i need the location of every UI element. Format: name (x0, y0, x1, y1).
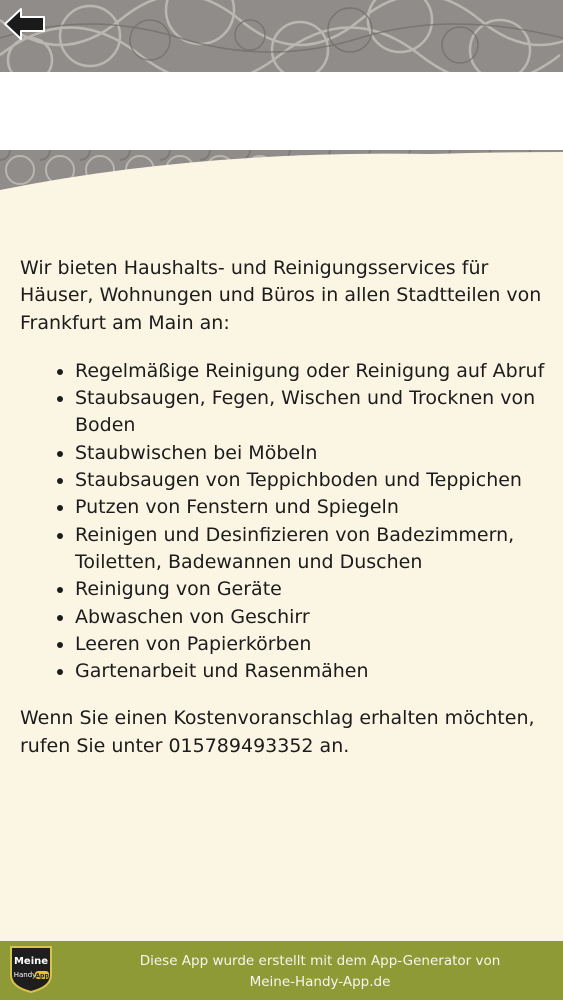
list-item: Leeren von Papierkörben (75, 631, 550, 658)
contact-text: Wenn Sie einen Kostenvoranschlag erhalte… (20, 707, 535, 757)
shield-logo-icon: Meine Handy App (10, 946, 52, 994)
logo-line1: Meine (14, 956, 48, 967)
header-banner (0, 0, 563, 72)
back-button[interactable] (2, 6, 50, 42)
back-arrow-icon (4, 8, 45, 40)
list-item: Abwaschen von Geschirr (75, 604, 550, 631)
footer-bar: Meine Handy App Diese App wurde erstellt… (0, 941, 563, 1000)
list-item: Regelmäßige Reinigung oder Reinigung auf… (75, 358, 550, 385)
title-band (0, 72, 563, 152)
list-item: Putzen von Fenstern und Spiegeln (75, 494, 550, 521)
list-item: Gartenarbeit und Rasenmähen (75, 658, 550, 685)
list-item: Reinigen und Desinfizieren von Badezimme… (75, 522, 550, 577)
footer-credit-line1: Diese App wurde erstellt mit dem App-Gen… (139, 953, 501, 969)
meine-handy-app-logo[interactable]: Meine Handy App (9, 945, 53, 994)
footer-credit-link[interactable]: Meine-Handy-App.de (110, 972, 530, 993)
wave-divider (0, 150, 563, 190)
list-item: Staubsaugen, Fegen, Wischen und Trocknen… (75, 385, 550, 440)
intro-text: Wir bieten Haushalts- und Reinigungsserv… (20, 257, 542, 334)
logo-line2: Handy (14, 971, 37, 979)
footer-credit[interactable]: Diese App wurde erstellt mit dem App-Gen… (110, 951, 530, 993)
list-item: Staubsaugen von Teppichboden und Teppich… (75, 467, 550, 494)
service-list: Regelmäßige Reinigung oder Reinigung auf… (20, 358, 550, 686)
main-content: Wir bieten Haushalts- und Reinigungsserv… (20, 255, 550, 760)
logo-badge: App (35, 973, 49, 980)
list-item: Reinigung von Geräte (75, 576, 550, 603)
list-item: Staubwischen bei Möbeln (75, 440, 550, 467)
ornament-pattern (0, 0, 563, 72)
